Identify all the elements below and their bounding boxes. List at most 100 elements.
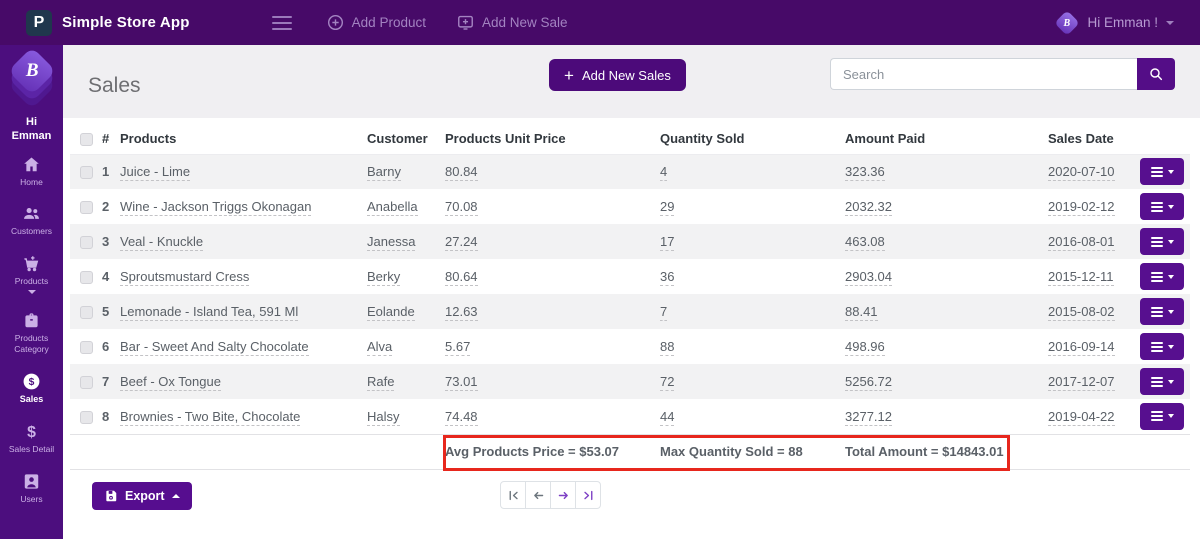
- table-row: 6 Bar - Sweet And Salty Chocolate Alva 5…: [70, 329, 1190, 364]
- cell-customer[interactable]: Halsy: [367, 409, 400, 426]
- cell-quantity-sold[interactable]: 17: [660, 234, 674, 251]
- row-number: 2: [100, 189, 118, 224]
- sidebar-item-customers[interactable]: Customers: [0, 195, 63, 245]
- row-checkbox[interactable]: [80, 341, 93, 354]
- cell-customer[interactable]: Alva: [367, 339, 392, 356]
- row-actions-button[interactable]: [1140, 403, 1184, 430]
- pagination-first-button[interactable]: [500, 481, 526, 509]
- cell-customer[interactable]: Janessa: [367, 234, 415, 251]
- sidebar-item-home[interactable]: Home: [0, 146, 63, 196]
- cell-unit-price[interactable]: 80.84: [445, 164, 478, 181]
- sidebar-item-users[interactable]: Users: [0, 463, 63, 513]
- add-new-sale-label: Add New Sale: [482, 15, 568, 30]
- row-checkbox[interactable]: [80, 376, 93, 389]
- cell-amount-paid[interactable]: 3277.12: [845, 409, 892, 426]
- cell-product[interactable]: Lemonade - Island Tea, 591 Ml: [120, 304, 298, 321]
- cell-amount-paid[interactable]: 2903.04: [845, 269, 892, 286]
- cell-quantity-sold[interactable]: 7: [660, 304, 667, 321]
- add-new-sales-button[interactable]: + Add New Sales: [549, 59, 686, 91]
- row-actions-button[interactable]: [1140, 158, 1184, 185]
- cell-product[interactable]: Sproutsmustard Cress: [120, 269, 249, 286]
- cell-customer[interactable]: Barny: [367, 164, 401, 181]
- cell-sales-date[interactable]: 2020-07-10: [1048, 164, 1115, 181]
- cell-amount-paid[interactable]: 498.96: [845, 339, 885, 356]
- cell-sales-date[interactable]: 2016-08-01: [1048, 234, 1115, 251]
- cell-product[interactable]: Juice - Lime: [120, 164, 190, 181]
- cell-customer[interactable]: Anabella: [367, 199, 418, 216]
- caret-down-icon: [1168, 414, 1174, 418]
- cell-product[interactable]: Wine - Jackson Triggs Okonagan: [120, 199, 311, 216]
- cell-product[interactable]: Brownies - Two Bite, Chocolate: [120, 409, 300, 426]
- row-number: 3: [100, 224, 118, 259]
- cell-sales-date[interactable]: 2017-12-07: [1048, 374, 1115, 391]
- row-checkbox[interactable]: [80, 411, 93, 424]
- cell-quantity-sold[interactable]: 44: [660, 409, 674, 426]
- dollar-icon: $: [22, 422, 41, 441]
- summary-avg-price: Avg Products Price = $53.07: [443, 434, 658, 469]
- menu-icon: [1151, 237, 1163, 247]
- select-all-checkbox[interactable]: [80, 133, 93, 146]
- cell-unit-price[interactable]: 12.63: [445, 304, 478, 321]
- pagination-previous-button[interactable]: [525, 481, 551, 509]
- pagination-next-button[interactable]: [550, 481, 576, 509]
- cell-unit-price[interactable]: 74.48: [445, 409, 478, 426]
- cell-quantity-sold[interactable]: 4: [660, 164, 667, 181]
- row-actions-button[interactable]: [1140, 333, 1184, 360]
- sidebar-item-sales[interactable]: $ Sales: [0, 363, 63, 413]
- user-menu[interactable]: B Hi Emman !: [1055, 11, 1174, 35]
- sidebar-item-products-category[interactable]: Products Category: [0, 302, 63, 362]
- row-number: 6: [100, 329, 118, 364]
- row-actions-button[interactable]: [1140, 193, 1184, 220]
- cell-customer[interactable]: Rafe: [367, 374, 394, 391]
- export-button[interactable]: Export: [92, 482, 192, 510]
- cell-amount-paid[interactable]: 463.08: [845, 234, 885, 251]
- cell-sales-date[interactable]: 2015-08-02: [1048, 304, 1115, 321]
- cell-customer[interactable]: Eolande: [367, 304, 415, 321]
- sidebar-item-products[interactable]: Products: [0, 245, 63, 303]
- cell-amount-paid[interactable]: 2032.32: [845, 199, 892, 216]
- cell-quantity-sold[interactable]: 29: [660, 199, 674, 216]
- row-actions-button[interactable]: [1140, 368, 1184, 395]
- cell-amount-paid[interactable]: 88.41: [845, 304, 878, 321]
- pagination-last-button[interactable]: [575, 481, 601, 509]
- cell-unit-price[interactable]: 5.67: [445, 339, 470, 356]
- cell-sales-date[interactable]: 2019-04-22: [1048, 409, 1115, 426]
- cell-amount-paid[interactable]: 5256.72: [845, 374, 892, 391]
- cell-quantity-sold[interactable]: 88: [660, 339, 674, 356]
- cell-unit-price[interactable]: 27.24: [445, 234, 478, 251]
- cell-sales-date[interactable]: 2015-12-11: [1048, 269, 1114, 286]
- cell-product[interactable]: Beef - Ox Tongue: [120, 374, 221, 391]
- cell-quantity-sold[interactable]: 72: [660, 374, 674, 391]
- row-checkbox[interactable]: [80, 271, 93, 284]
- cell-sales-date[interactable]: 2019-02-12: [1048, 199, 1115, 216]
- cell-product[interactable]: Veal - Knuckle: [120, 234, 203, 251]
- cell-quantity-sold[interactable]: 36: [660, 269, 674, 286]
- row-checkbox[interactable]: [80, 166, 93, 179]
- caret-up-icon: [172, 494, 180, 498]
- search-input[interactable]: [830, 58, 1137, 90]
- row-checkbox[interactable]: [80, 201, 93, 214]
- row-checkbox[interactable]: [80, 236, 93, 249]
- header-unit-price: Products Unit Price: [443, 123, 658, 154]
- search-button[interactable]: [1137, 58, 1175, 90]
- row-actions-button[interactable]: [1140, 228, 1184, 255]
- cell-unit-price[interactable]: 80.64: [445, 269, 478, 286]
- main-content: Sales + Add New Sales # Pr: [63, 45, 1200, 539]
- cell-unit-price[interactable]: 73.01: [445, 374, 478, 391]
- row-actions-button[interactable]: [1140, 298, 1184, 325]
- row-actions-button[interactable]: [1140, 263, 1184, 290]
- menu-icon[interactable]: [268, 12, 296, 34]
- table-row: 5 Lemonade - Island Tea, 591 Ml Eolande …: [70, 294, 1190, 329]
- cell-product[interactable]: Bar - Sweet And Salty Chocolate: [120, 339, 309, 356]
- sidebar-item-sales-detail[interactable]: $ Sales Detail: [0, 413, 63, 463]
- cell-unit-price[interactable]: 70.08: [445, 199, 478, 216]
- row-checkbox[interactable]: [80, 306, 93, 319]
- add-new-sale-link[interactable]: Add New Sale: [456, 13, 568, 32]
- page-first-icon: [507, 489, 520, 502]
- cell-amount-paid[interactable]: 323.36: [845, 164, 885, 181]
- header-products: Products: [118, 123, 365, 154]
- cell-customer[interactable]: Berky: [367, 269, 400, 286]
- add-product-link[interactable]: Add Product: [326, 13, 426, 32]
- cell-sales-date[interactable]: 2016-09-14: [1048, 339, 1115, 356]
- user-badge-icon: [22, 472, 41, 491]
